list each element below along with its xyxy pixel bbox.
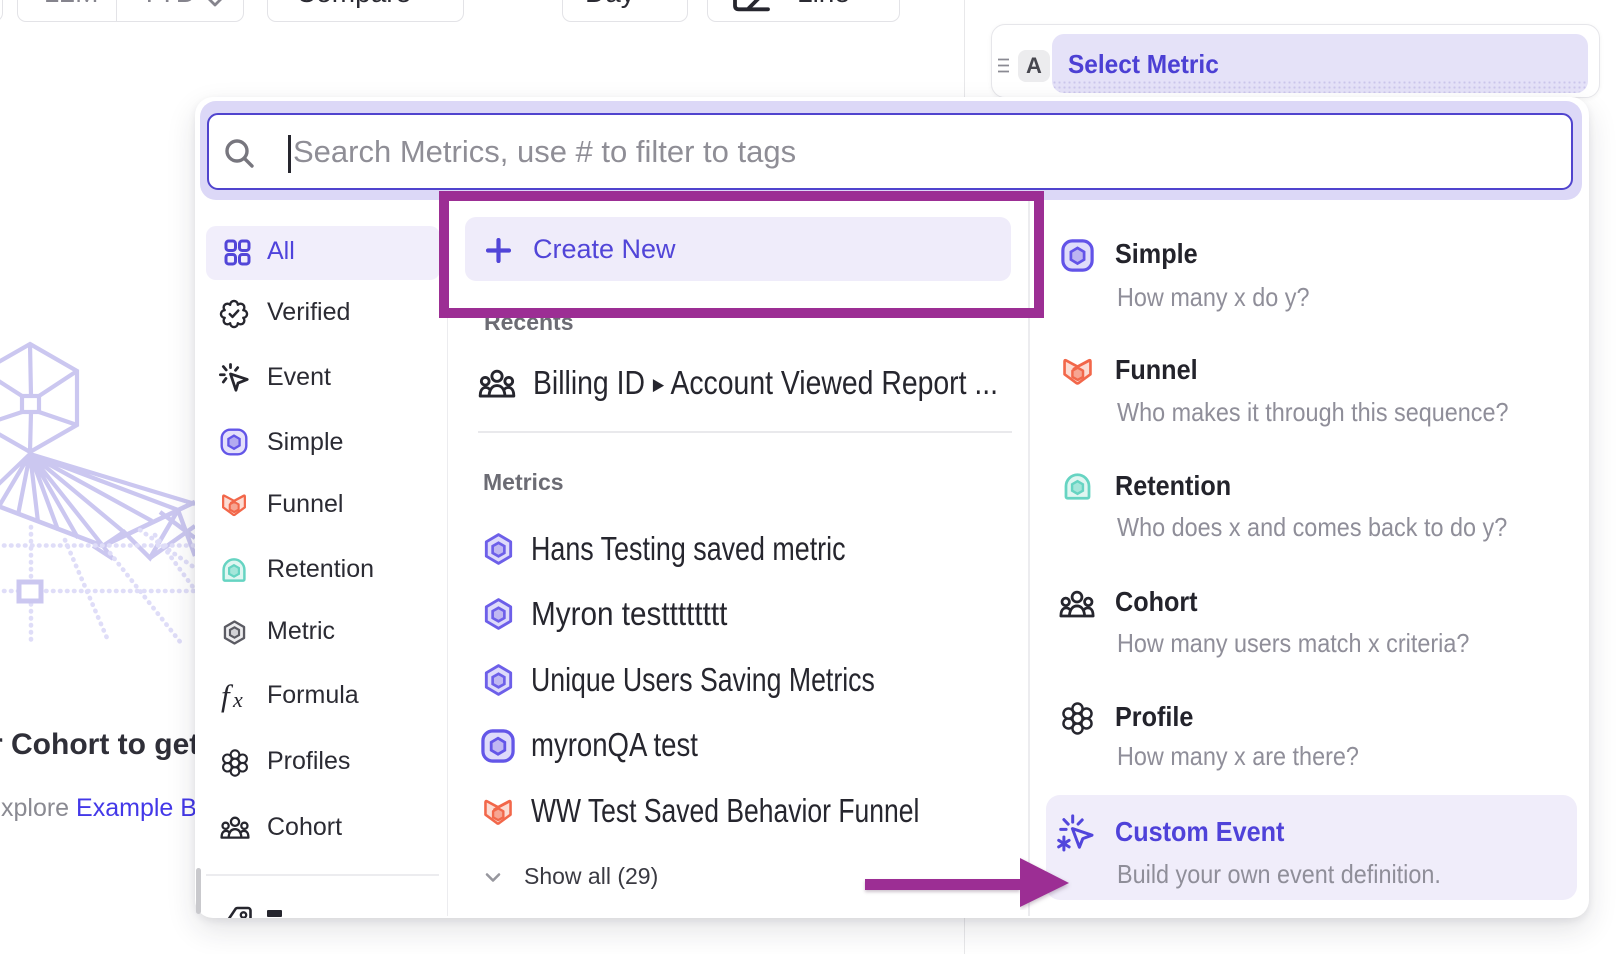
svg-text:x: x — [232, 687, 243, 712]
